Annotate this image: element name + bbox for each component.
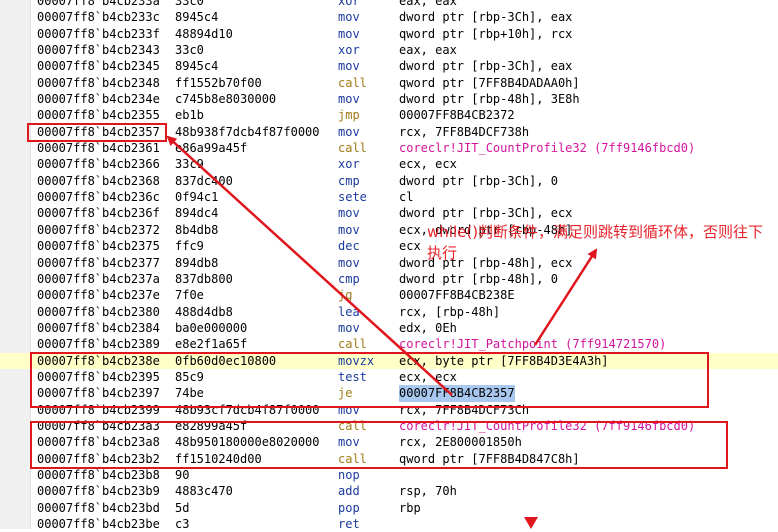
annotation-arrows — [166, 135, 598, 529]
down-arrow-icon — [524, 517, 538, 529]
jump-back-arrow — [166, 135, 453, 396]
note-pointer-arrow — [533, 248, 598, 346]
